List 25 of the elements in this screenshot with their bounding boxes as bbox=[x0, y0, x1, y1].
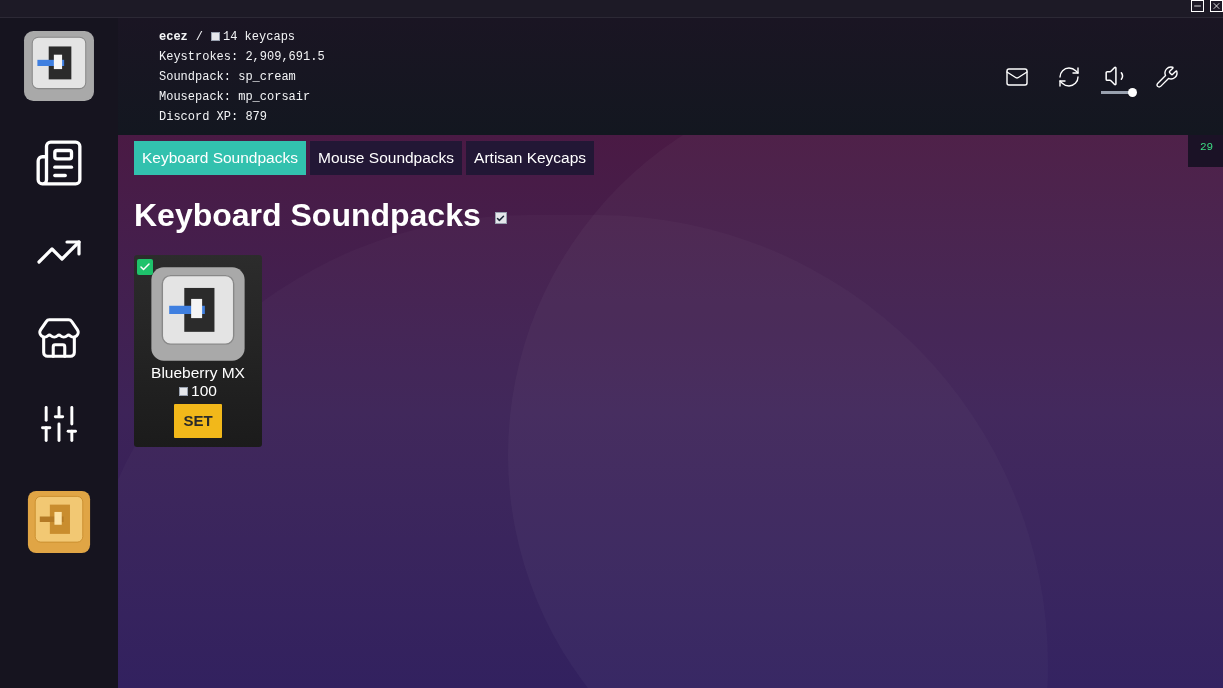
keycap-logo bbox=[23, 30, 95, 102]
section-title: Keyboard Soundpacks bbox=[134, 196, 481, 235]
soundpack-name: Blueberry MX bbox=[151, 364, 245, 382]
separator: / bbox=[195, 28, 203, 46]
username: ecez bbox=[159, 28, 188, 46]
keycap-icon bbox=[179, 386, 189, 396]
stat-line: Keystrokes: 2,909,691.5 bbox=[159, 48, 325, 66]
category-tab[interactable]: Artisan Keycaps bbox=[466, 141, 595, 175]
category-tab[interactable]: Mouse Soundpacks bbox=[309, 141, 463, 175]
soundpack-price: 100 bbox=[191, 382, 217, 400]
stat-line: Mousepack: mp_corsair bbox=[159, 88, 312, 106]
keycap-icon bbox=[211, 32, 220, 41]
set-button[interactable]: SET bbox=[174, 404, 222, 438]
minimize-icon[interactable] bbox=[1191, 0, 1204, 12]
stat-line: Discord XP: 879 bbox=[159, 108, 269, 126]
wrench-icon[interactable] bbox=[1155, 64, 1179, 89]
keycap-count: 14 keycaps bbox=[223, 28, 296, 46]
counter-badge: 29 bbox=[1188, 135, 1223, 167]
close-icon[interactable] bbox=[1210, 0, 1223, 12]
section-checkbox[interactable] bbox=[494, 212, 507, 224]
refresh-icon[interactable] bbox=[1057, 64, 1081, 89]
premium-keycap-icon bbox=[27, 490, 91, 554]
stat-line: Soundpack: sp_cream bbox=[159, 68, 297, 86]
newspaper-icon[interactable] bbox=[34, 138, 84, 188]
soundpack-card[interactable]: Blueberry MX 100 SET bbox=[134, 255, 262, 447]
